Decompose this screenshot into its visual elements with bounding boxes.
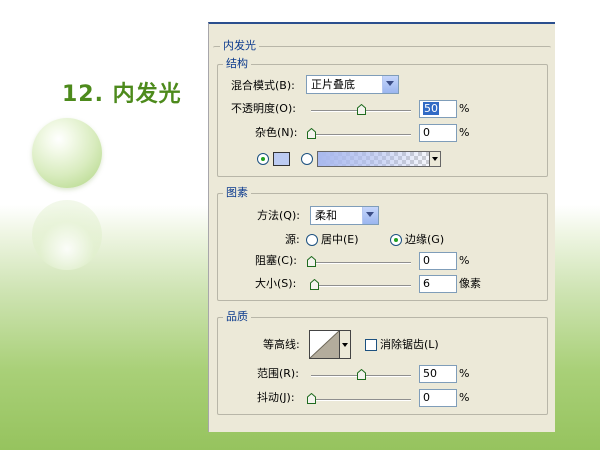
solid-color-radio[interactable] (257, 153, 269, 165)
structure-legend: 结构 (223, 57, 251, 70)
chevron-down-icon[interactable] (362, 207, 378, 224)
source-edge-label[interactable]: 边缘(G) (405, 232, 444, 248)
inner-glow-panel: 内发光 结构 混合模式(B): 正片叠底 不透明度(O): 50 % 杂色(N)… (208, 22, 555, 432)
noise-slider-track[interactable] (311, 134, 411, 136)
source-center-radio[interactable] (306, 234, 318, 246)
jitter-slider-track[interactable] (311, 399, 411, 401)
jitter-input[interactable]: 0 (419, 389, 457, 407)
range-label: 范围(R): (257, 367, 299, 380)
chevron-down-icon[interactable] (382, 76, 398, 93)
quality-legend: 品质 (223, 310, 251, 323)
jitter-unit: % (459, 391, 470, 404)
noise-slider-thumb-icon[interactable] (307, 128, 316, 139)
source-label: 源: (285, 233, 300, 246)
jitter-slider-thumb-icon[interactable] (307, 393, 316, 404)
glow-gradient-picker[interactable] (317, 151, 441, 167)
choke-slider-track[interactable] (311, 262, 411, 264)
choke-input[interactable]: 0 (419, 252, 457, 270)
noise-label: 杂色(N): (255, 126, 298, 139)
method-select[interactable]: 柔和 (310, 206, 379, 225)
linear-contour-icon (310, 331, 339, 358)
blend-mode-select[interactable]: 正片叠底 (306, 75, 399, 94)
method-value: 柔和 (315, 209, 337, 222)
range-input[interactable]: 50 (419, 365, 457, 383)
choke-slider-thumb-icon[interactable] (307, 256, 316, 267)
panel-title: 内发光 (220, 39, 259, 52)
slide-title: 12. 内发光 (62, 82, 182, 107)
noise-input[interactable]: 0 (419, 124, 457, 142)
gradient-radio[interactable] (301, 153, 313, 165)
contour-label: 等高线: (263, 338, 300, 351)
size-unit: 像素 (459, 277, 481, 290)
range-slider-thumb-icon[interactable] (357, 369, 366, 380)
elements-legend: 图素 (223, 186, 251, 199)
source-edge-radio[interactable] (390, 234, 402, 246)
choke-label: 阻塞(C): (255, 254, 297, 267)
glow-color-swatch[interactable] (273, 152, 290, 166)
antialias-label[interactable]: 消除锯齿(L) (380, 337, 439, 353)
blend-mode-label: 混合模式(B): (231, 79, 295, 92)
method-label: 方法(Q): (257, 209, 300, 222)
opacity-label: 不透明度(O): (231, 102, 296, 115)
opacity-input[interactable]: 50 (419, 100, 457, 118)
size-slider-thumb-icon[interactable] (310, 279, 319, 290)
antialias-checkbox[interactable] (365, 339, 377, 351)
size-input[interactable]: 6 (419, 275, 457, 293)
range-unit: % (459, 367, 470, 380)
blend-mode-value: 正片叠底 (311, 78, 355, 91)
orb-reflection-decoration (32, 200, 102, 270)
opacity-slider-thumb-icon[interactable] (357, 104, 366, 115)
glass-orb-decoration (32, 118, 102, 188)
chevron-down-icon[interactable] (429, 152, 440, 166)
noise-unit: % (459, 126, 470, 139)
size-label: 大小(S): (255, 277, 297, 290)
choke-unit: % (459, 254, 470, 267)
chevron-down-icon[interactable] (340, 330, 351, 359)
size-slider-track[interactable] (311, 285, 411, 287)
opacity-unit: % (459, 102, 470, 115)
jitter-label: 抖动(J): (257, 391, 295, 404)
source-center-label[interactable]: 居中(E) (321, 232, 359, 248)
contour-preview[interactable] (309, 330, 340, 359)
